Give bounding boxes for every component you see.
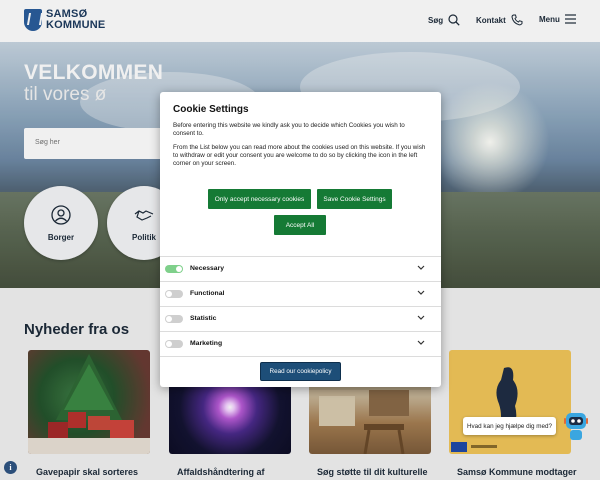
cookie-dialog-description: From the List below you can read more ab… [173, 144, 426, 167]
chevron-down-icon[interactable] [417, 290, 425, 296]
cookie-category-functional[interactable]: Functional [160, 281, 441, 306]
chat-prompt-bubble[interactable]: Hvad kan jeg hjælpe dig med? [463, 417, 556, 435]
functional-toggle[interactable] [165, 290, 183, 298]
read-cookiepolicy-button[interactable]: Read our cookiepolicy [260, 362, 341, 381]
cookie-category-necessary[interactable]: Necessary [160, 256, 441, 281]
marketing-toggle[interactable] [165, 340, 183, 348]
cookie-category-statistic[interactable]: Statistic [160, 306, 441, 331]
category-name: Statistic [190, 315, 217, 322]
cookie-settings-info-icon[interactable]: i [4, 461, 17, 474]
category-name: Functional [190, 290, 225, 297]
category-name: Necessary [190, 265, 225, 272]
chevron-down-icon[interactable] [417, 315, 425, 321]
chevron-down-icon[interactable] [417, 340, 425, 346]
cookie-category-marketing[interactable]: Marketing [160, 331, 441, 356]
category-name: Marketing [190, 340, 223, 347]
chatbot-robot-icon[interactable] [563, 410, 589, 442]
cookie-dialog-intro: Before entering this website we kindly a… [173, 122, 405, 137]
accept-all-button[interactable]: Accept All [274, 215, 326, 235]
accept-necessary-button[interactable]: Only accept necessary cookies [208, 189, 311, 209]
cookie-settings-dialog: Cookie Settings Before entering this web… [160, 92, 441, 387]
necessary-toggle[interactable] [165, 265, 183, 273]
statistic-toggle[interactable] [165, 315, 183, 323]
chevron-down-icon[interactable] [417, 265, 425, 271]
cookie-dialog-title: Cookie Settings [173, 104, 249, 115]
save-settings-button[interactable]: Save Cookie Settings [317, 189, 392, 209]
